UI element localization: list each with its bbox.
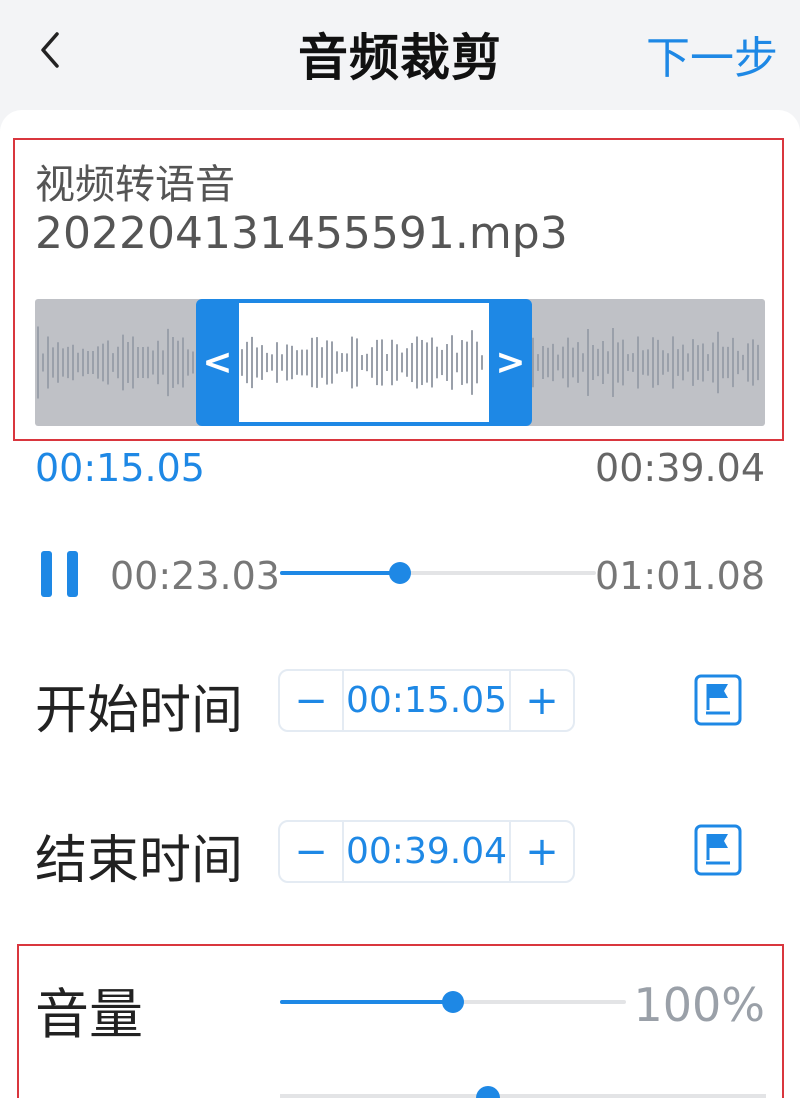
selected-region [239,303,489,422]
playback-progress [280,571,401,575]
total-time: 01:01.08 [595,554,765,598]
trim-end-handle[interactable]: > [489,299,532,426]
playback-slider[interactable] [280,562,596,584]
volume-thumb[interactable] [442,991,464,1013]
range-end-time: 00:39.04 [595,446,765,490]
file-name-line1: 视频转语音 [35,162,235,208]
playback-thumb[interactable] [389,562,412,584]
start-decrement-button[interactable]: − [280,671,342,730]
volume-label: 音量 [35,983,143,1046]
current-time: 00:23.03 [110,554,280,598]
pause-icon [41,551,52,597]
volume-slider[interactable] [280,991,626,1013]
next-step-button[interactable]: 下一步 [646,22,778,86]
range-start-time: 00:15.05 [35,446,205,490]
selected-waveform-graphic [241,330,483,395]
flag-marker-icon[interactable] [694,824,742,876]
trim-start-handle[interactable]: < [196,299,239,426]
start-time-stepper: − 00:15.05 + [278,669,575,732]
pause-icon-bar [67,551,78,597]
trim-selection[interactable]: < > [196,299,532,426]
end-decrement-button[interactable]: − [280,822,342,881]
start-increment-button[interactable]: + [511,671,573,730]
end-time-label: 结束时间 [35,831,244,891]
flag-marker-icon[interactable] [694,674,742,726]
start-time-value[interactable]: 00:15.05 [342,671,511,730]
volume-level [280,1000,453,1004]
pause-button[interactable] [38,551,82,597]
end-increment-button[interactable]: + [511,822,573,881]
secondary-slider-track[interactable] [280,1094,766,1098]
end-time-stepper: − 00:39.04 + [278,820,575,883]
end-time-value[interactable]: 00:39.04 [342,822,511,881]
file-name-line2: 202204131455591.mp3 [35,208,568,259]
header-bar: 音频裁剪 下一步 [0,0,800,110]
volume-percent: 100% [633,978,765,1032]
start-time-label: 开始时间 [35,681,244,741]
